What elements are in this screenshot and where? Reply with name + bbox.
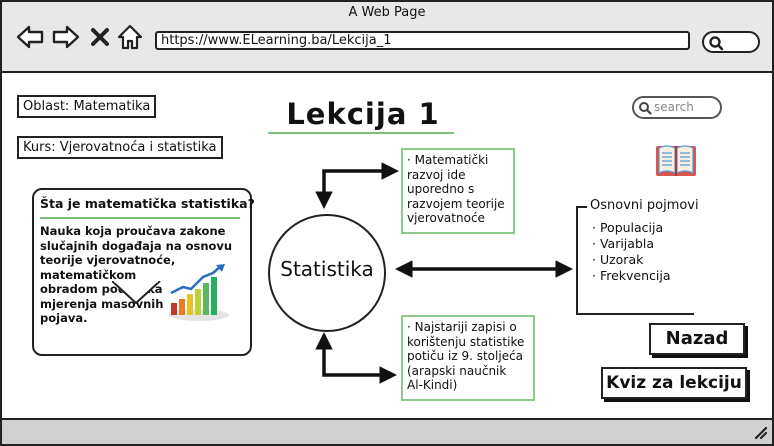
concepts-title: Osnovni pojmovi [587,198,702,213]
note-top: · Matematički razvoj ide uporedno s razv… [401,148,515,234]
note-top-line: vjerovatnoće [407,211,485,225]
status-bar [0,418,774,446]
concepts-list: Populacija Varijabla Uzorak Frekvencija [592,220,671,284]
back-button[interactable]: Nazad [649,323,745,355]
statistics-node-label: Statistika [280,257,374,281]
note-top-line: uporedno s [407,182,475,196]
note-bottom: · Najstariji zapisi o korištenju statist… [401,315,535,401]
statistics-node: Statistika [268,214,386,332]
book-icon [656,145,696,176]
note-top-line: razvoj ide [407,167,466,182]
page-content: Oblast: Matematika Kurs: Vjerovatnoća i … [0,75,774,418]
home-icon[interactable] [116,24,144,50]
browser-search-field[interactable] [702,31,760,53]
window-title: A Web Page [348,5,426,20]
concept-item: Frekvencija [592,268,671,284]
note-bottom-line: Al-Kindi) [407,378,458,392]
note-bottom-line: (arapski naučnik [407,363,507,378]
concept-item: Populacija [592,220,671,236]
arrow-right-icon[interactable] [52,24,80,50]
close-icon[interactable] [89,24,111,50]
address-bar[interactable]: https://www.ELearning.ba/Lekcija_1 [155,31,690,50]
browser-chrome: A Web Page https://www.ELearning.ba/Lekc… [0,0,774,73]
note-top-line: razvojem teorije [407,196,505,211]
note-bottom-line: · Najstariji zapisi o [407,320,517,334]
quiz-button[interactable]: Kviz za lekciju [601,367,747,399]
concept-item: Uzorak [592,252,671,268]
note-bottom-line: potiču iz 9. stoljeća [407,349,524,363]
search-icon [709,36,724,51]
resize-handle-icon[interactable] [754,426,768,440]
concept-item: Varijabla [592,236,671,252]
note-top-line: · Matematički [407,153,489,167]
arrow-left-icon[interactable] [16,24,44,50]
note-bottom-line: korištenju statistike [407,334,525,349]
